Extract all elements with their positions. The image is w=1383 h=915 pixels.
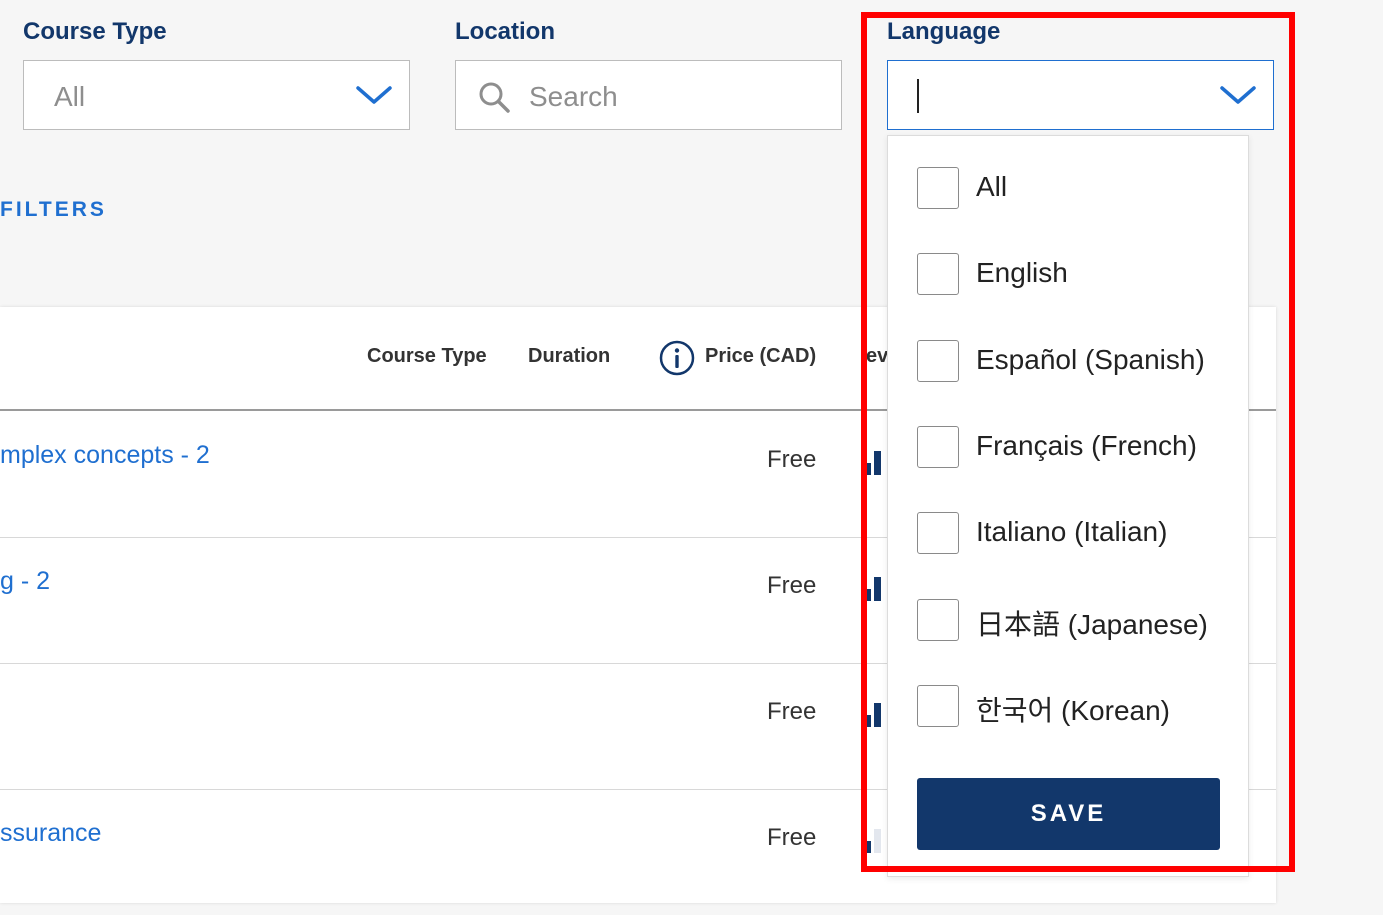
level-bars-icon (864, 451, 884, 475)
location-label: Location (455, 18, 555, 45)
course-price: Free (767, 698, 817, 725)
option-label: Italiano (Italian) (976, 516, 1168, 547)
location-search-field[interactable]: Search (455, 60, 842, 130)
option-label: All (976, 171, 1008, 202)
column-header-duration[interactable]: Duration (528, 345, 610, 368)
column-header-price[interactable]: Price (CAD) (705, 345, 816, 368)
checkbox[interactable] (917, 340, 959, 382)
option-label: Español (Spanish) (976, 344, 1205, 375)
save-button[interactable]: SAVE (917, 778, 1220, 850)
chevron-down-icon (1220, 86, 1256, 104)
location-search-placeholder: Search (529, 81, 618, 112)
column-header-partial[interactable]: ev (866, 345, 888, 368)
course-price: Free (767, 572, 817, 599)
checkbox[interactable] (917, 685, 959, 727)
course-title-link[interactable]: mplex concepts - 2 (0, 441, 210, 470)
course-price: Free (767, 446, 817, 473)
level-bars-icon (864, 829, 884, 853)
info-icon[interactable] (659, 340, 695, 376)
column-header-course-type[interactable]: Course Type (367, 345, 487, 368)
option-label: 한국어 (Korean) (976, 695, 1170, 726)
checkbox[interactable] (917, 167, 959, 209)
text-caret (917, 79, 919, 113)
level-bars-icon (864, 703, 884, 727)
option-label: 日本語 (Japanese) (976, 609, 1208, 640)
language-dropdown-menu: All English Español (Spanish) Français (… (887, 135, 1249, 877)
chevron-down-icon (356, 86, 392, 104)
checkbox[interactable] (917, 512, 959, 554)
course-title-link[interactable]: g - 2 (0, 567, 50, 596)
search-icon (479, 82, 510, 113)
more-filters-link[interactable]: FILTERS (0, 198, 107, 222)
level-bars-icon (864, 577, 884, 601)
course-type-value: All (54, 81, 86, 112)
course-type-select[interactable]: All (23, 60, 410, 130)
checkbox[interactable] (917, 599, 959, 641)
checkbox[interactable] (917, 426, 959, 468)
checkbox[interactable] (917, 253, 959, 295)
language-label: Language (887, 18, 1001, 45)
language-select-input[interactable] (887, 60, 1274, 130)
course-type-label: Course Type (23, 18, 167, 45)
course-price: Free (767, 824, 817, 851)
option-label: English (976, 257, 1068, 288)
course-title-link[interactable]: ssurance (0, 819, 101, 848)
option-label: Français (French) (976, 430, 1197, 461)
